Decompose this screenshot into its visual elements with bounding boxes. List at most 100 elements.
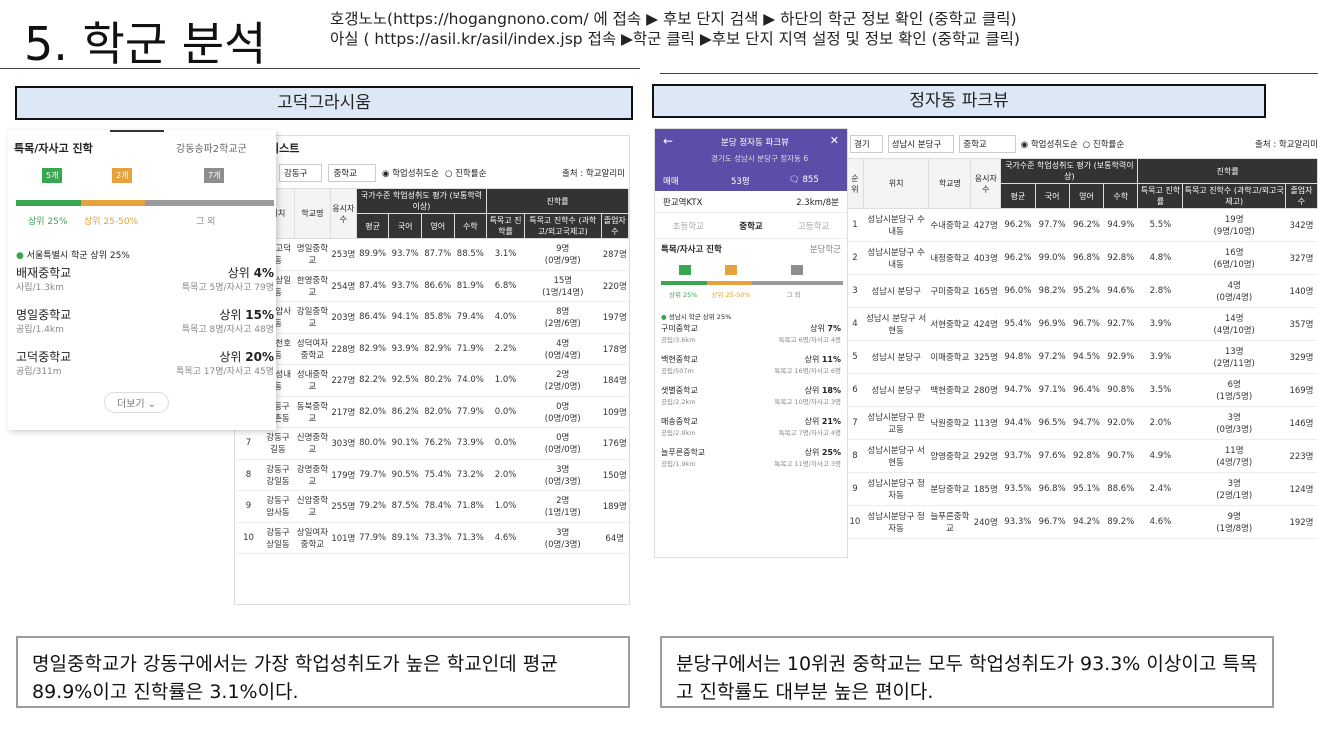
- table-cell: 79.4%: [454, 301, 487, 334]
- table-cell: 4: [846, 307, 864, 341]
- table-cell: 9명 (0명/9명): [524, 238, 601, 271]
- table-cell: 2.4%: [1137, 472, 1183, 506]
- table-cell: 이매중학교: [928, 340, 971, 374]
- table-cell: 87.5%: [388, 490, 422, 523]
- school-item[interactable]: 늘푸른중학교 상위 25% 공립/1.9km 특목고 11명/자사고 3명: [661, 447, 841, 478]
- table-cell: 5: [846, 340, 864, 374]
- school-name: 샛별중학교: [661, 386, 698, 395]
- table-cell: 92.8%: [1103, 241, 1138, 275]
- table-cell: 85.8%: [421, 301, 455, 334]
- table-cell: 16명 (6명/10명): [1182, 241, 1286, 275]
- back-icon[interactable]: ←: [663, 134, 673, 148]
- header-line-1: 호갱노노(https://hogangnono.com/ 에 접속 ▶ 후보 단…: [330, 10, 1017, 28]
- table-cell: 13명 (2명/11명): [1182, 340, 1286, 374]
- table-cell: 96.7%: [1069, 307, 1104, 341]
- table-cell: 82.0%: [356, 396, 389, 428]
- asil-link[interactable]: https://asil.kr/asil/index.jsp: [374, 30, 582, 48]
- school-item[interactable]: 매송중학교 상위 21% 공립/2.9km 특목고 7명/자사고 4명: [661, 416, 841, 447]
- table-cell: 146명: [1285, 406, 1318, 440]
- table-cell: 79.2%: [356, 490, 389, 523]
- panel-note: 서울특별시 학군 상위 25%: [26, 251, 130, 261]
- school-rank: 상위 25%: [804, 448, 841, 457]
- section-box-left: 고덕그라시움: [15, 86, 633, 120]
- table-cell: 73.2%: [454, 459, 487, 491]
- table-cell: 5.5%: [1137, 208, 1183, 242]
- table-cell: 150명: [601, 459, 629, 491]
- table-cell: 4.8%: [1137, 241, 1183, 275]
- right-school-list: 경기 성남시 분당구 중학교 ◉ 학업성취도순 ○ 진학률순 출처 : 학교알리…: [846, 130, 1318, 578]
- flag-count-1: 5개: [42, 168, 63, 183]
- header-line-2: 아실 ( https://asil.kr/asil/index.jsp 접속 ▶…: [330, 30, 1020, 48]
- table-cell: 강명중학교: [294, 459, 331, 491]
- district-select[interactable]: 강동구: [279, 164, 323, 182]
- school-item[interactable]: 배재중학교 상위 4% 사립/1.3km 특목고 5명/자사고 79명: [16, 264, 274, 306]
- table-cell: 서현중학교: [928, 307, 971, 341]
- table-row: 구 천호동 성덕여자중학교 228명 82.9% 93.9% 82.9% 71.9% 2.2%…: [235, 333, 629, 365]
- left-school-list: 리스트 강동구 중학교 ◉ 학업성취도순 ○ 진학률순 출처 : 학교알리미 위…: [234, 135, 630, 605]
- school-item[interactable]: 백현중학교 상위 11% 공립/507m 특목고 16명/자사고 6명: [661, 354, 841, 385]
- tab-middle[interactable]: 중학교: [739, 220, 762, 232]
- radio-progress-right[interactable]: ○ 진학률순: [1083, 138, 1124, 150]
- table-cell: 93.3%: [1000, 505, 1036, 539]
- table-cell: 87.4%: [356, 270, 389, 302]
- school-item[interactable]: 구미중학교 상위 7% 공립/3.6km 특목고 6명/자사고 4명: [661, 323, 841, 354]
- close-icon[interactable]: ✕: [830, 134, 839, 147]
- table-cell: 10: [235, 522, 262, 554]
- tab-high[interactable]: 고등학교: [798, 220, 829, 232]
- table-cell: 90.7%: [1103, 439, 1138, 473]
- summary-left: 명일중학교가 강동구에서는 가장 학업성취도가 높은 학교인데 평균 89.9%…: [16, 636, 630, 708]
- table-cell: 71.8%: [454, 490, 487, 523]
- province-select[interactable]: 경기: [850, 135, 883, 153]
- section-box-right: 정자동 파크뷰: [652, 84, 1266, 118]
- table-cell: 82.9%: [356, 333, 389, 365]
- table-cell: 7: [235, 427, 262, 460]
- table-cell: 329명: [1285, 340, 1318, 374]
- table-cell: 82.9%: [421, 333, 455, 365]
- table-cell: 77.9%: [356, 522, 389, 554]
- level-select-right[interactable]: 중학교: [959, 135, 1016, 153]
- table-cell: 4.6%: [1137, 505, 1183, 539]
- table-cell: 78.4%: [421, 490, 455, 523]
- school-item[interactable]: 샛별중학교 상위 18% 공립/2.2km 특목고 10명/자사고 3명: [661, 385, 841, 416]
- school-name: 매송중학교: [661, 417, 698, 426]
- table-cell: 강동구 강일동: [261, 459, 295, 491]
- table-cell: 80.0%: [356, 427, 389, 460]
- flag-count-2: 2개: [112, 168, 133, 183]
- table-cell: 1.0%: [486, 490, 525, 523]
- level-select[interactable]: 중학교: [328, 164, 376, 182]
- table-cell: 357명: [1285, 307, 1318, 341]
- more-button[interactable]: 더보기 ⌄: [104, 392, 170, 413]
- radio-achievement-right[interactable]: ◉ 학업성취도순: [1021, 138, 1078, 150]
- table-cell: 0명 (0명/0명): [524, 427, 601, 460]
- table-cell: 94.7%: [1069, 406, 1104, 440]
- table-cell: 2명 (1명/1명): [524, 490, 601, 523]
- table-cell: 4.6%: [486, 522, 525, 554]
- district-select-right[interactable]: 성남시 분당구: [887, 135, 955, 153]
- table-cell: 403명: [970, 241, 1001, 275]
- table-cell: 217명: [330, 396, 357, 428]
- summary-right: 분당구에서는 10위권 중학교는 모두 학업성취도가 93.3% 이상이고 특목…: [660, 636, 1274, 708]
- divider-right: [660, 73, 1318, 74]
- tab-elementary[interactable]: 초등학교: [673, 220, 704, 232]
- school-rank: 상위 7%: [810, 324, 841, 333]
- table-cell: 명일중학교: [294, 238, 331, 271]
- table-cell: 4명 (0명/4명): [1182, 274, 1286, 308]
- table-cell: 90.1%: [388, 427, 422, 460]
- table-cell: 88.5%: [454, 238, 487, 271]
- school-item[interactable]: 고덕중학교 상위 20% 공립/311m 특목고 17명/자사고 45명: [16, 348, 274, 390]
- table-cell: 상일여자중학교: [294, 522, 331, 554]
- trade-select[interactable]: 매매: [663, 175, 679, 187]
- table-cell: 82.2%: [356, 364, 389, 397]
- hogangnono-link[interactable]: https://hogangnono.com/: [393, 10, 588, 28]
- radio-achievement[interactable]: ◉ 학업성취도순: [382, 167, 439, 179]
- table-cell: 94.4%: [1000, 406, 1036, 440]
- radio-progress[interactable]: ○ 진학률순: [445, 167, 486, 179]
- table-cell: 8명 (2명/6명): [524, 301, 601, 334]
- table-cell: 97.7%: [1035, 208, 1070, 242]
- table-cell: 93.9%: [388, 333, 422, 365]
- size-select[interactable]: 53평: [731, 175, 750, 187]
- flag-count-3: 7개: [204, 168, 225, 183]
- table-cell: 92.0%: [1103, 406, 1138, 440]
- chat-count[interactable]: 🗨 855: [789, 175, 819, 185]
- school-item[interactable]: 명일중학교 상위 15% 공립/1.4km 특목고 8명/자사고 48명: [16, 306, 274, 348]
